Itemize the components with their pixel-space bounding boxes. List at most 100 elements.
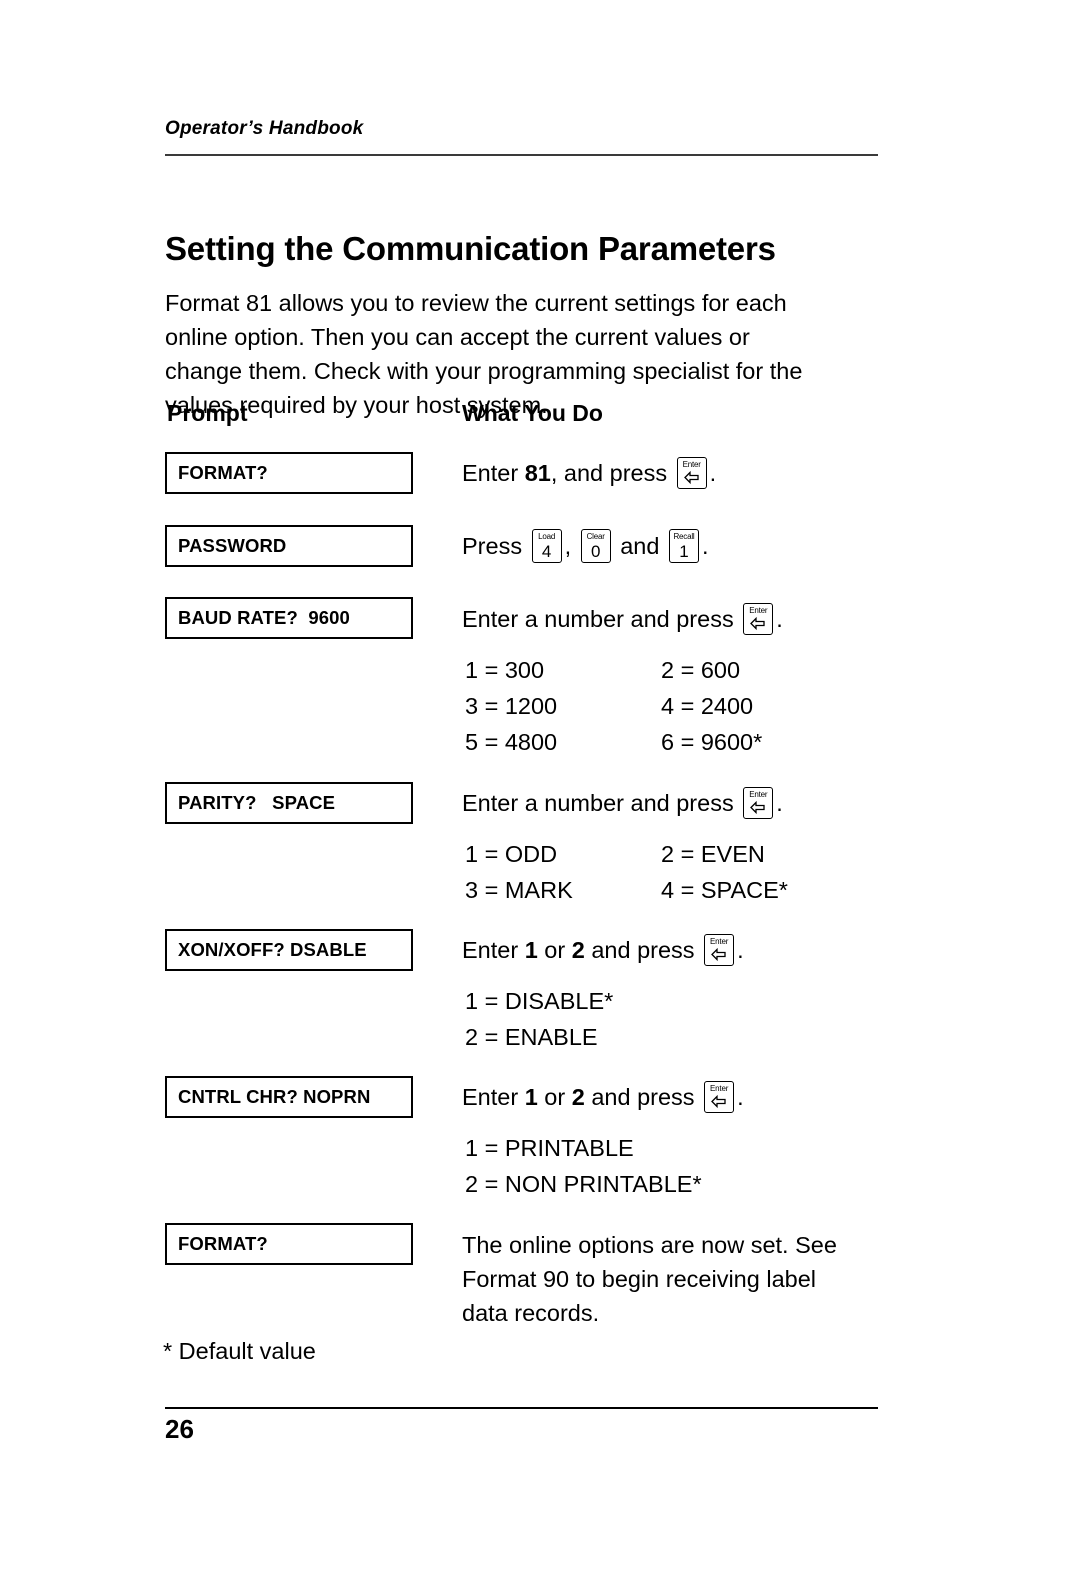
enter-key-cap: Enter: [749, 605, 768, 615]
enter-arrow-icon: [744, 800, 772, 818]
option-item: 3 = MARK: [465, 877, 573, 903]
recall-key-cap: Recall: [673, 531, 695, 541]
options-parity: 1 = ODD 2 = EVEN 3 = MARK 4 = SPACE*: [465, 836, 788, 908]
prompt-label: FORMAT?: [178, 462, 268, 483]
action-bold-value-2: 2: [571, 1083, 585, 1110]
prompt-label: CNTRL CHR? NOPRN: [178, 1086, 371, 1107]
option-item: 3 = 1200: [465, 693, 558, 719]
option-row: 1 = 300 2 = 600: [465, 652, 762, 688]
option-item: 2 = NON PRINTABLE*: [465, 1171, 702, 1197]
action-parity: Enter a number and press Enter.: [462, 785, 783, 821]
action-baud-rate: Enter a number and press Enter.: [462, 601, 783, 637]
action-password: Press Load 4, Clear 0 and Recall 1.: [462, 528, 708, 564]
footer-rule: [165, 1407, 878, 1409]
action-separator-2: and: [613, 532, 666, 559]
action-xon-xoff: Enter 1 or 2 and press Enter.: [462, 932, 744, 968]
enter-key-cap: Enter: [682, 459, 701, 469]
options-cntrl-chr: 1 = PRINTABLE 2 = NON PRINTABLE*: [465, 1130, 702, 1202]
enter-arrow-icon: [705, 1094, 733, 1112]
clear-0-key-icon: Clear 0: [580, 529, 611, 563]
enter-key-icon: Enter: [704, 934, 735, 966]
option-item: 2 = 600: [661, 657, 741, 683]
option-item: 4 = 2400: [661, 693, 754, 719]
option-row: 3 = MARK 4 = SPACE*: [465, 872, 788, 908]
page-title: Setting the Communication Parameters: [165, 230, 776, 268]
option-item: 6 = 9600*: [661, 729, 763, 755]
prompt-box-xon-xoff: XON/XOFF? DSABLE: [165, 929, 413, 971]
action-text-mid-2: and press: [584, 1083, 702, 1110]
enter-key-icon: Enter: [743, 603, 774, 635]
option-row: 5 = 4800 6 = 9600*: [465, 724, 762, 760]
enter-key-cap: Enter: [710, 1083, 729, 1093]
enter-arrow-icon: [744, 616, 772, 634]
prompt-label: XON/XOFF? DSABLE: [178, 939, 367, 960]
action-text-mid: or: [537, 936, 572, 963]
load-4-key-icon: Load 4: [531, 529, 562, 563]
option-item: 2 = EVEN: [661, 841, 765, 867]
prompt-label: FORMAT?: [178, 1233, 268, 1254]
option-row: 1 = PRINTABLE: [465, 1130, 702, 1166]
action-bold-value: 1: [524, 1083, 538, 1110]
action-bold-value: 1: [524, 936, 538, 963]
action-text-end: .: [701, 532, 709, 559]
column-heading-what-you-do: What You Do: [462, 400, 603, 426]
options-baud-rate: 1 = 300 2 = 600 3 = 1200 4 = 2400 5 = 4800…: [465, 652, 762, 760]
action-text: Enter: [462, 936, 525, 963]
action-text-mid: or: [537, 1083, 572, 1110]
enter-key-icon: Enter: [704, 1081, 735, 1113]
prompt-label: BAUD RATE? 9600: [178, 607, 350, 628]
option-item: 1 = PRINTABLE: [465, 1135, 634, 1161]
enter-key-cap: Enter: [749, 789, 768, 799]
document-page: Operator’s Handbook Setting the Communic…: [163, 0, 878, 1578]
action-format-1: Enter 81, and press Enter.: [462, 455, 716, 491]
action-text-end: .: [737, 1083, 744, 1110]
action-cntrl-chr: Enter 1 or 2 and press Enter.: [462, 1079, 744, 1115]
option-row: 1 = DISABLE*: [465, 983, 613, 1019]
prompt-box-baud-rate: BAUD RATE? 9600: [165, 597, 413, 639]
options-xon-xoff: 1 = DISABLE* 2 = ENABLE: [465, 983, 613, 1055]
action-text-end: .: [776, 605, 783, 632]
action-bold-value: 81: [524, 459, 551, 486]
load-key-cap: Load: [538, 531, 556, 541]
page-number: 26: [165, 1414, 194, 1444]
prompt-box-cntrl-chr: CNTRL CHR? NOPRN: [165, 1076, 413, 1118]
prompt-box-password: PASSWORD: [165, 525, 413, 567]
running-header: Operator’s Handbook: [165, 118, 364, 139]
option-row: 3 = 1200 4 = 2400: [465, 688, 762, 724]
action-text-end: .: [709, 459, 717, 486]
option-item: 1 = ODD: [465, 841, 558, 867]
action-separator-1: ,: [564, 532, 578, 559]
header-rule: [165, 154, 878, 156]
option-item: 1 = 300: [465, 657, 545, 683]
option-item: 1 = DISABLE*: [465, 988, 614, 1014]
action-text: Enter: [462, 1083, 525, 1110]
action-text-end: .: [776, 789, 783, 816]
option-row: 1 = ODD 2 = EVEN: [465, 836, 788, 872]
prompt-box-format-1: FORMAT?: [165, 452, 413, 494]
action-text-end: .: [737, 936, 744, 963]
clear-key-digit: 0: [590, 541, 601, 561]
action-format-2: The online options are now set. See Form…: [462, 1232, 837, 1326]
prompt-box-format-2: FORMAT?: [165, 1223, 413, 1265]
prompt-label: PASSWORD: [178, 535, 287, 556]
action-text: Press: [462, 532, 529, 559]
column-heading-prompt: Prompt: [167, 400, 248, 426]
option-item: 5 = 4800: [465, 729, 558, 755]
enter-arrow-icon: [678, 470, 706, 488]
load-key-digit: 4: [541, 541, 552, 561]
recall-key-digit: 1: [679, 541, 689, 561]
enter-arrow-icon: [705, 947, 733, 965]
action-text: Enter: [462, 459, 525, 486]
enter-key-icon: Enter: [676, 457, 707, 489]
option-row: 2 = NON PRINTABLE*: [465, 1166, 702, 1202]
option-item: 4 = SPACE*: [661, 877, 788, 903]
action-bold-value-2: 2: [571, 936, 585, 963]
prompt-box-parity: PARITY? SPACE: [165, 782, 413, 824]
action-text-mid-2: and press: [584, 936, 702, 963]
prompt-label: PARITY? SPACE: [178, 792, 336, 813]
action-text: Enter a number and press: [462, 789, 741, 816]
footnote-default-value: * Default value: [163, 1338, 316, 1364]
enter-key-icon: Enter: [743, 787, 774, 819]
enter-key-cap: Enter: [710, 936, 729, 946]
clear-key-cap: Clear: [586, 531, 605, 541]
